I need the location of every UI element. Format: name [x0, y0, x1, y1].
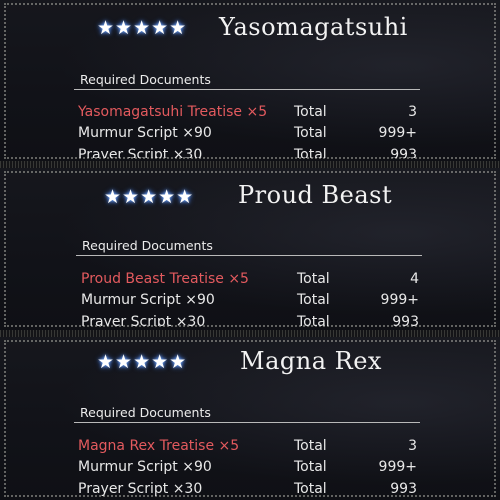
document-name: Proud Beast Treatise ×5	[81, 271, 249, 287]
document-list[interactable]: Yasomagatsuhi Treatise ×5 Total 3 Murmur…	[0, 104, 500, 158]
document-name: Prayer Script ×30	[81, 314, 206, 326]
total-label: Total	[297, 271, 330, 287]
total-label: Total	[294, 147, 327, 158]
item-title: Yasomagatsuhi	[219, 13, 408, 41]
document-name: Yasomagatsuhi Treatise ×5	[78, 104, 268, 120]
panel-proud-beast[interactable]: ★★★★★ Proud Beast Required Documents Pro…	[0, 168, 500, 330]
total-value: 999+	[380, 292, 419, 308]
total-label: Total	[294, 104, 327, 120]
total-value: 993	[392, 314, 419, 326]
total-label: Total	[297, 314, 330, 326]
item-title: Magna Rex	[240, 347, 382, 375]
total-value: 3	[408, 438, 417, 454]
total-label: Total	[294, 438, 327, 454]
document-name: Prayer Script ×30	[78, 147, 203, 158]
crafting-panels: ★★★★★ Yasomagatsuhi Required Documents Y…	[0, 0, 500, 500]
required-documents-label: Required Documents	[80, 72, 211, 87]
item-title: Proud Beast	[238, 181, 393, 209]
total-value: 4	[410, 271, 419, 287]
document-name: Magna Rex Treatise ×5	[78, 438, 240, 454]
total-label: Total	[294, 125, 327, 141]
document-list[interactable]: Proud Beast Treatise ×5 Total 4 Murmur S…	[0, 271, 500, 326]
divider	[74, 89, 420, 90]
total-value: 993	[390, 481, 417, 496]
panel-yasomagatsuhi[interactable]: ★★★★★ Yasomagatsuhi Required Documents Y…	[0, 0, 500, 162]
total-label: Total	[297, 292, 330, 308]
document-name: Murmur Script ×90	[81, 292, 215, 308]
rarity-stars: ★★★★★	[97, 17, 188, 39]
divider	[74, 422, 420, 423]
panel-magna-rex[interactable]: ★★★★★ Magna Rex Required Documents Magna…	[0, 337, 500, 500]
document-name: Murmur Script ×90	[78, 459, 212, 475]
divider	[76, 255, 422, 256]
document-name: Murmur Script ×90	[78, 125, 212, 141]
total-label: Total	[294, 459, 327, 475]
total-value: 999+	[378, 125, 417, 141]
total-label: Total	[294, 481, 327, 496]
required-documents-label: Required Documents	[82, 238, 213, 253]
required-documents-label: Required Documents	[80, 405, 211, 420]
rarity-stars: ★★★★★	[104, 186, 195, 208]
document-list[interactable]: Magna Rex Treatise ×5 Total 3 Murmur Scr…	[0, 438, 500, 496]
document-name: Prayer Script ×30	[78, 481, 203, 496]
total-value: 999+	[378, 459, 417, 475]
rarity-stars: ★★★★★	[97, 351, 188, 373]
total-value: 3	[408, 104, 417, 120]
total-value: 993	[390, 147, 417, 158]
